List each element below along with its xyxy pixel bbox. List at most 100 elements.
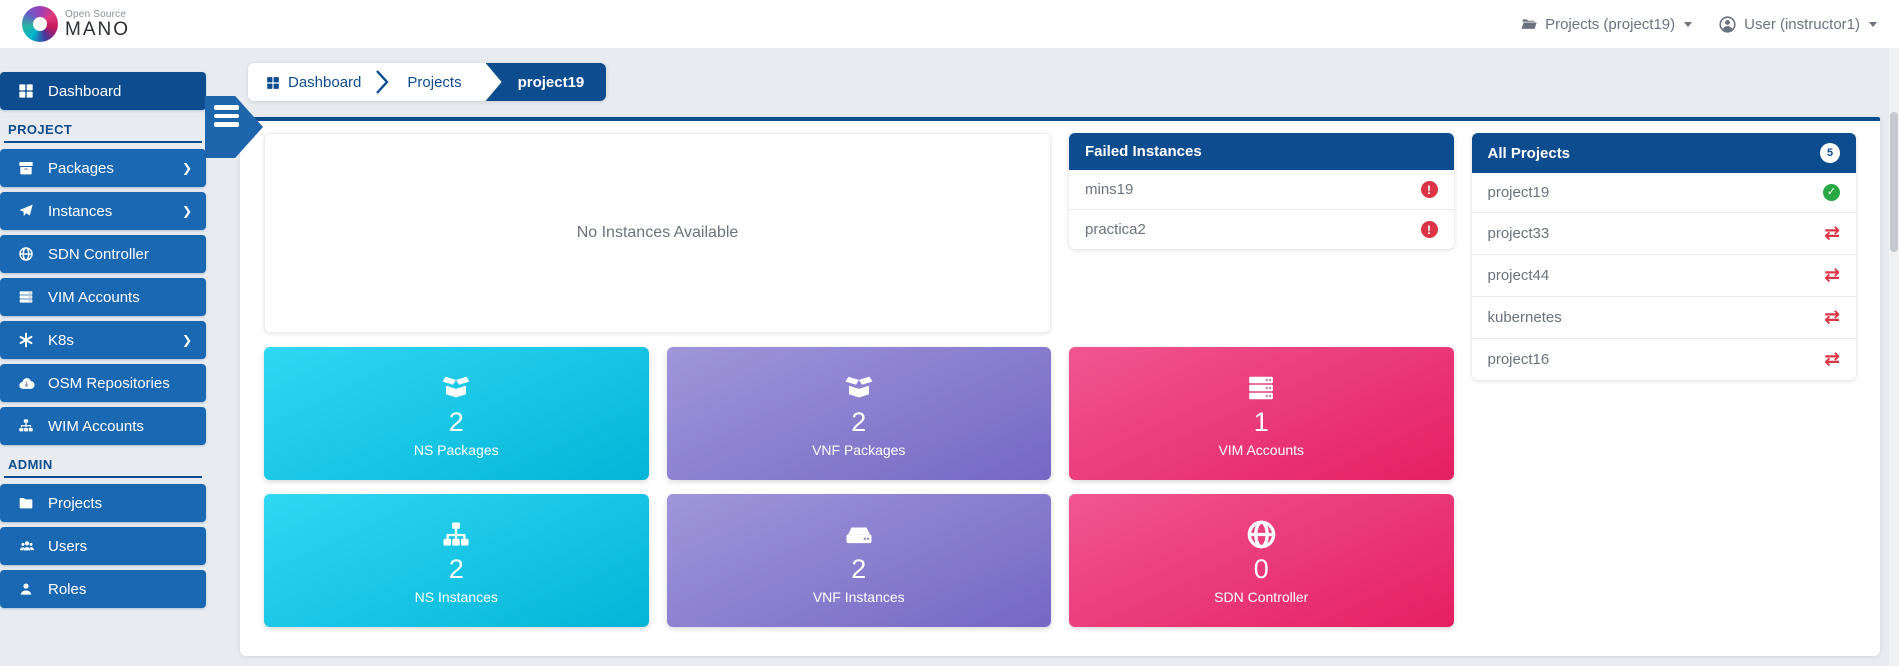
folder-icon [18,495,48,511]
sidebar-item-projects[interactable]: Projects [0,484,206,522]
project-name: project19 [1488,184,1550,201]
sidebar-item-packages[interactable]: Packages ❯ [0,149,206,187]
sidebar-item-k8s[interactable]: K8s ❯ [0,321,206,359]
stat-card-vnf-instances[interactable]: 2 VNF Instances [667,494,1052,627]
all-projects-header: All Projects 5 [1472,133,1857,173]
stat-value: 2 [449,407,464,438]
no-instances-text: No Instances Available [577,224,739,242]
stat-card-ns-packages[interactable]: 2 NS Packages [264,347,649,480]
scrollbar-thumb[interactable] [1890,112,1898,252]
switch-project-icon[interactable]: ⇄ [1824,308,1840,327]
stat-label: VNF Packages [812,442,905,458]
error-icon: ! [1421,221,1438,238]
sidebar-item-dashboard[interactable]: Dashboard [0,72,206,110]
stat-label: SDN Controller [1214,589,1308,605]
no-instances-card: No Instances Available [264,133,1051,333]
caret-down-icon [1684,22,1692,27]
breadcrumb-label: Dashboard [288,74,361,91]
breadcrumb-projects[interactable]: Projects [389,74,475,91]
projects-count-badge: 5 [1820,143,1840,163]
project-name: kubernetes [1488,309,1562,326]
instance-name: practica2 [1085,221,1146,238]
projects-dropdown[interactable]: Projects (project19) [1520,15,1692,33]
hamburger-icon [214,105,239,127]
folder-open-icon [1520,15,1538,33]
stat-label: NS Packages [414,442,499,458]
box-open-icon [439,369,473,403]
sidebar-item-users[interactable]: Users [0,527,206,565]
sidebar-section-project: PROJECT [4,120,202,143]
project-row[interactable]: project19 ✓ [1472,173,1857,213]
stat-label: VNF Instances [813,589,905,605]
stat-card-ns-instances[interactable]: 2 NS Instances [264,494,649,627]
sidebar-item-label: OSM Repositories [48,375,192,392]
sidebar-item-label: K8s [48,332,182,349]
project-row[interactable]: project44 ⇄ [1472,255,1857,297]
sidebar-item-roles[interactable]: Roles [0,570,206,608]
sidebar-item-instances[interactable]: Instances ❯ [0,192,206,230]
dashboard-grid-icon [18,83,48,99]
project-name: project44 [1488,267,1550,284]
stat-card-vnf-packages[interactable]: 2 VNF Packages [667,347,1052,480]
breadcrumb-dashboard[interactable]: Dashboard [248,74,375,91]
sidebar-item-label: WIM Accounts [48,418,192,435]
project-name: project16 [1488,351,1550,368]
failed-instance-row[interactable]: mins19 ! [1069,170,1454,210]
stat-card-sdn-controller[interactable]: 0 SDN Controller [1069,494,1454,627]
sidebar-item-osm-repositories[interactable]: OSM Repositories [0,364,206,402]
error-icon: ! [1421,181,1438,198]
box-open-icon [842,369,876,403]
card-title: All Projects [1488,145,1571,162]
project-row[interactable]: project33 ⇄ [1472,213,1857,255]
sidebar-item-label: Dashboard [48,83,192,100]
stat-value: 1 [1254,407,1269,438]
sidebar: Dashboard PROJECT Packages ❯ Instances ❯… [0,48,212,666]
sidebar-item-label: Packages [48,160,182,177]
breadcrumb: Dashboard Projects project19 [248,63,606,101]
server-icon [1245,369,1277,403]
osm-logo-icon [22,6,58,42]
top-header: Open Source MANO Projects (project19) Us… [0,0,1899,48]
sidebar-item-sdn-controller[interactable]: SDN Controller [0,235,206,273]
switch-project-icon[interactable]: ⇄ [1824,266,1840,285]
cloud-download-icon [18,375,48,392]
stat-value: 2 [449,554,464,585]
sidebar-section-admin: ADMIN [4,455,202,478]
dashboard-grid-icon [266,74,280,91]
active-project-check-icon: ✓ [1823,184,1840,201]
stat-value: 2 [851,407,866,438]
sidebar-item-label: Users [48,538,192,555]
card-title: Failed Instances [1085,143,1202,160]
user-dropdown[interactable]: User (instructor1) [1718,15,1877,34]
switch-project-icon[interactable]: ⇄ [1824,350,1840,369]
user-icon [18,581,48,597]
project-row[interactable]: project16 ⇄ [1472,339,1857,380]
project-row[interactable]: kubernetes ⇄ [1472,297,1857,339]
stat-label: VIM Accounts [1218,442,1304,458]
box-icon [18,160,48,176]
globe-icon [1246,516,1277,550]
instance-name: mins19 [1085,181,1133,198]
chevron-right-icon: ❯ [182,204,192,218]
user-dropdown-label: User (instructor1) [1744,16,1860,33]
paper-plane-icon [18,203,48,219]
all-projects-card: All Projects 5 project19 ✓ project33 ⇄ p… [1472,133,1857,380]
logo-text-bottom: MANO [65,20,130,39]
sidebar-item-wim-accounts[interactable]: WIM Accounts [0,407,206,445]
page-scrollbar[interactable] [1889,48,1899,666]
failed-instance-row[interactable]: practica2 ! [1069,210,1454,249]
stat-label: NS Instances [415,589,498,605]
sidebar-item-label: Instances [48,203,182,220]
caret-down-icon [1869,22,1877,27]
breadcrumb-label: Projects [407,74,461,91]
chevron-right-icon: ❯ [182,333,192,347]
stat-card-vim-accounts[interactable]: 1 VIM Accounts [1069,347,1454,480]
sidebar-item-vim-accounts[interactable]: VIM Accounts [0,278,206,316]
stat-value: 0 [1254,554,1269,585]
switch-project-icon[interactable]: ⇄ [1824,224,1840,243]
osm-logo: Open Source MANO [22,6,130,42]
users-icon [18,538,48,554]
project-name: project33 [1488,225,1550,242]
breadcrumb-active-project19: project19 [486,63,607,101]
failed-instances-header: Failed Instances [1069,133,1454,170]
